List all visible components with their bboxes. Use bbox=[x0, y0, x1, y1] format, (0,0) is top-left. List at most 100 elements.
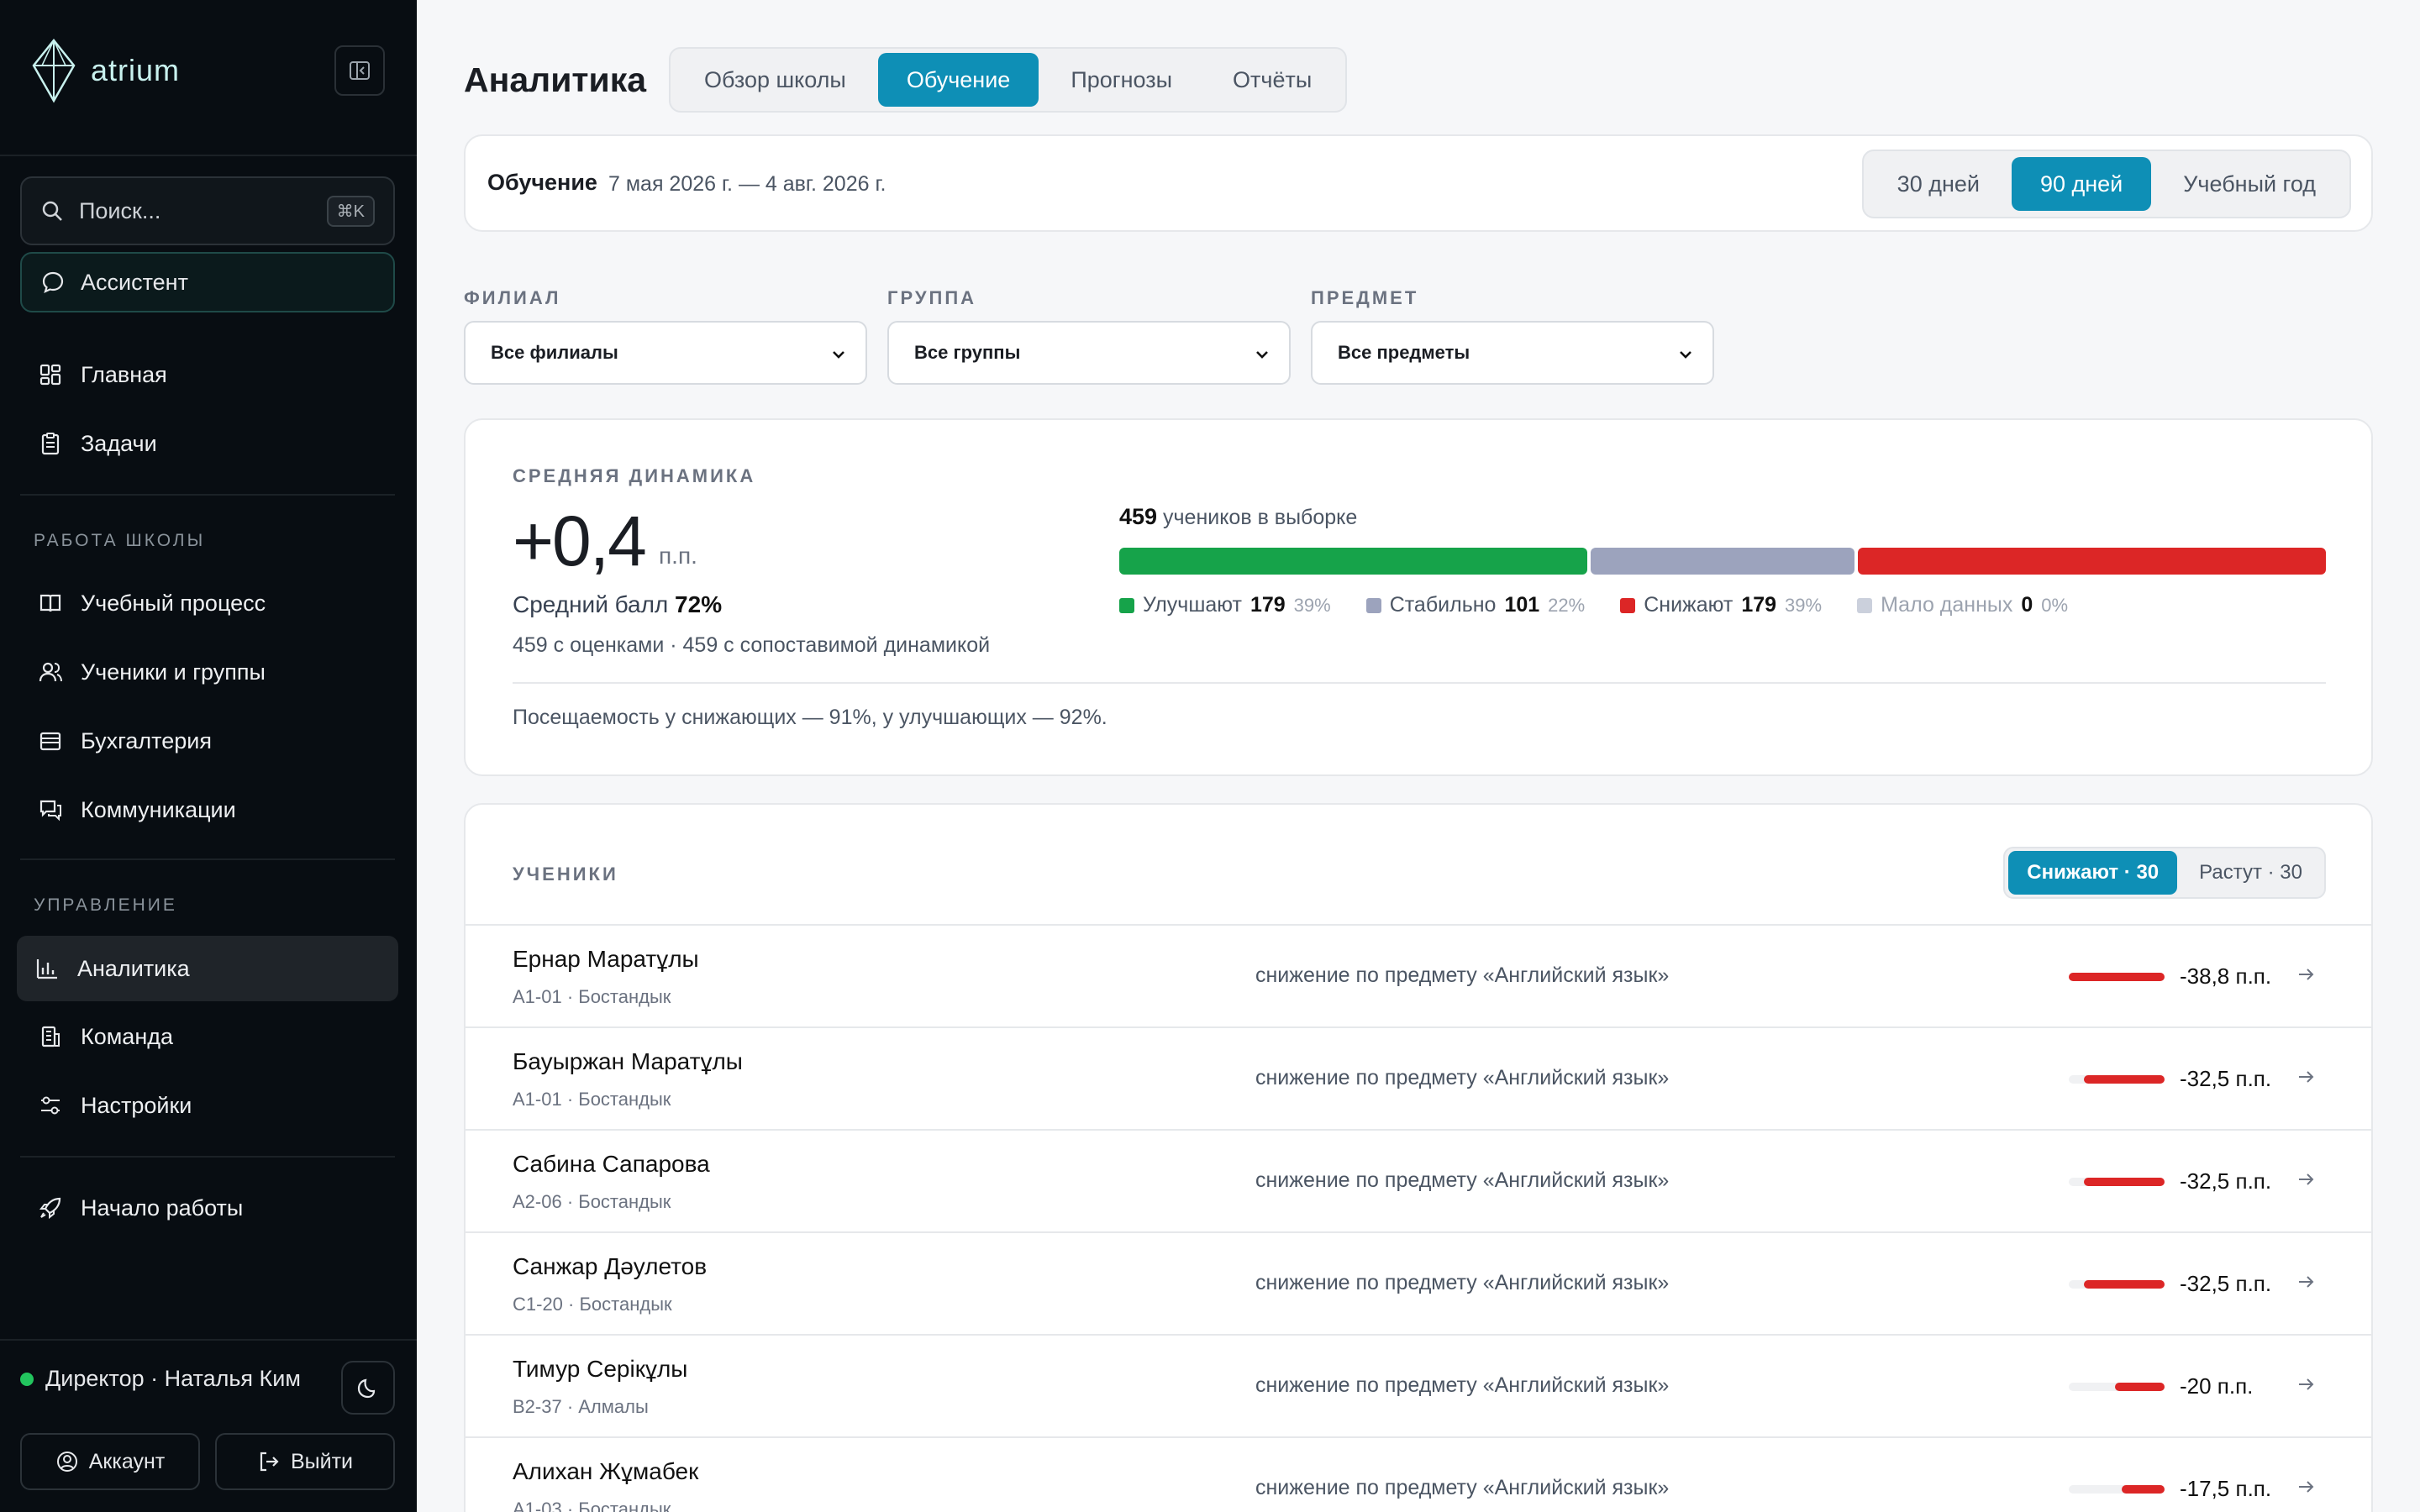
sidebar-divider bbox=[0, 1339, 417, 1341]
period-school-year[interactable]: Учебный год bbox=[2154, 157, 2344, 211]
brand[interactable]: atrium bbox=[30, 37, 180, 104]
sidebar-item-home[interactable]: Главная bbox=[20, 344, 395, 405]
dynamics-value: +0,4 bbox=[513, 501, 647, 580]
search-input[interactable]: Поиск... ⌘K bbox=[20, 176, 395, 245]
sidebar-item-communications[interactable]: Коммуникации bbox=[20, 780, 395, 840]
sidebar-item-settings[interactable]: Настройки bbox=[20, 1075, 395, 1136]
period-label: Обучение bbox=[487, 170, 597, 195]
tab-school-overview[interactable]: Обзор школы bbox=[676, 53, 875, 107]
theme-toggle-button[interactable] bbox=[341, 1361, 395, 1415]
brand-name: atrium bbox=[91, 53, 181, 87]
tab-growing[interactable]: Растут · 30 bbox=[2181, 851, 2321, 895]
sidebar-item-label: Начало работы bbox=[81, 1194, 244, 1221]
score-delta: -38,8 п.п. bbox=[2180, 963, 2272, 989]
distribution-segment bbox=[1590, 548, 1855, 575]
arrow-right-icon[interactable] bbox=[2294, 1475, 2317, 1499]
score-delta: -32,5 п.п. bbox=[2180, 1168, 2272, 1194]
branch-select[interactable]: Все филиалы bbox=[464, 321, 867, 385]
student-group-branch: C1-20 · Бостандык bbox=[513, 1294, 672, 1315]
arrow-right-icon[interactable] bbox=[2294, 963, 2317, 986]
delta-bar-track bbox=[2069, 1075, 2165, 1084]
rocket-icon bbox=[37, 1194, 64, 1221]
student-row[interactable]: Ернар Маратұлы A1-01 · Бостандык снижени… bbox=[466, 924, 2371, 1026]
dynamics-unit: п.п. bbox=[659, 543, 697, 569]
students-filter: Снижают · 30 Растут · 30 bbox=[2003, 847, 2326, 899]
assistant-button[interactable]: Ассистент bbox=[20, 252, 395, 312]
score-delta: -17,5 п.п. bbox=[2180, 1476, 2272, 1501]
legend-percent: 39% bbox=[1785, 594, 1823, 616]
legend-swatch bbox=[1620, 597, 1636, 613]
student-row[interactable]: Тимур Серікұлы B2-37 · Алмалы снижение п… bbox=[466, 1334, 2371, 1436]
sidebar-item-label: Ученики и группы bbox=[81, 659, 266, 685]
search-icon bbox=[42, 201, 62, 221]
delta-bar-fill bbox=[2069, 973, 2165, 981]
student-name: Ернар Маратұлы bbox=[513, 946, 699, 972]
online-status-dot bbox=[20, 1372, 34, 1386]
student-name: Сабина Сапарова bbox=[513, 1151, 710, 1177]
sidebar-item-analytics[interactable]: Аналитика bbox=[17, 936, 398, 1001]
sidebar-item-label: Настройки bbox=[81, 1092, 192, 1118]
section-label-manage: УПРАВЛЕНИЕ bbox=[34, 895, 177, 915]
student-row[interactable]: Бауыржан Маратұлы A1-01 · Бостандык сниж… bbox=[466, 1026, 2371, 1129]
tab-forecasts[interactable]: Прогнозы bbox=[1042, 53, 1201, 107]
legend-count: 179 bbox=[1741, 593, 1777, 617]
sidebar-item-students[interactable]: Ученики и группы bbox=[20, 642, 395, 702]
sidebar-item-team[interactable]: Команда bbox=[20, 1006, 395, 1067]
card-divider bbox=[513, 682, 2326, 684]
period-90-days[interactable]: 90 дней bbox=[2011, 157, 2152, 211]
delta-bar-fill bbox=[2084, 1178, 2165, 1186]
period-30-days[interactable]: 30 дней bbox=[1869, 157, 2008, 211]
graded-counts: 459 с оценками · 459 с сопоставимой дина… bbox=[513, 633, 991, 657]
filter-label-branch: ФИЛИАЛ bbox=[464, 287, 561, 308]
user-role-name: Директор · Наталья Ким bbox=[45, 1366, 301, 1391]
sidebar-item-accounting[interactable]: Бухгалтерия bbox=[20, 711, 395, 771]
analytics-tabs: Обзор школы Обучение Прогнозы Отчёты bbox=[669, 47, 1348, 113]
section-label-work: РАБОТА ШКОЛЫ bbox=[34, 531, 206, 550]
tab-reports[interactable]: Отчёты bbox=[1204, 53, 1340, 107]
dynamics-label: СРЕДНЯЯ ДИНАМИКА bbox=[513, 465, 756, 486]
sidebar-item-label: Учебный процесс bbox=[81, 590, 266, 616]
logout-label: Выйти bbox=[290, 1449, 354, 1473]
sidebar-item-label: Задачи bbox=[81, 430, 157, 456]
student-name: Бауыржан Маратұлы bbox=[513, 1048, 743, 1074]
sidebar-divider bbox=[20, 858, 395, 860]
student-row[interactable]: Санжар Дәулетов C1-20 · Бостандык снижен… bbox=[466, 1231, 2371, 1334]
sample-count: 459 bbox=[1119, 504, 1158, 529]
sidebar-item-learning[interactable]: Учебный процесс bbox=[20, 573, 395, 633]
chat-bubble-icon bbox=[42, 271, 64, 294]
delta-bar-fill bbox=[2084, 1280, 2165, 1289]
subject-select[interactable]: Все предметы bbox=[1311, 321, 1714, 385]
arrow-right-icon[interactable] bbox=[2294, 1270, 2317, 1294]
legend-percent: 0% bbox=[2041, 594, 2069, 616]
average-score-label: Средний балл bbox=[513, 591, 669, 617]
sidebar-item-tasks[interactable]: Задачи bbox=[20, 413, 395, 474]
arrow-right-icon[interactable] bbox=[2294, 1373, 2317, 1396]
legend-swatch bbox=[1365, 597, 1381, 613]
tab-learning[interactable]: Обучение bbox=[877, 53, 1039, 107]
tab-declining[interactable]: Снижают · 30 bbox=[2008, 851, 2178, 895]
current-user: Директор · Наталья Ким bbox=[20, 1366, 301, 1392]
sliders-icon bbox=[37, 1092, 64, 1119]
sidebar-item-label: Коммуникации bbox=[81, 796, 236, 822]
student-name: Санжар Дәулетов bbox=[513, 1253, 708, 1279]
group-select[interactable]: Все группы bbox=[887, 321, 1291, 385]
sidebar-item-label: Команда bbox=[81, 1023, 174, 1049]
arrow-right-icon[interactable] bbox=[2294, 1168, 2317, 1191]
filter-label-group: ГРУППА bbox=[887, 287, 977, 308]
sidebar-divider bbox=[20, 494, 395, 496]
book-icon bbox=[37, 590, 64, 617]
chevron-down-icon bbox=[1256, 351, 1268, 359]
atrium-logo-icon bbox=[32, 38, 76, 103]
chat-icon bbox=[37, 796, 64, 823]
legend-percent: 22% bbox=[1548, 594, 1586, 616]
logout-button[interactable]: Выйти bbox=[215, 1433, 395, 1490]
student-row[interactable]: Сабина Сапарова A2-06 · Бостандык снижен… bbox=[466, 1129, 2371, 1231]
average-score-value: 72% bbox=[675, 591, 723, 617]
student-row[interactable]: Алихан Жұмабек A1-03 · Бостандык снижени… bbox=[466, 1436, 2371, 1512]
account-button[interactable]: Аккаунт bbox=[20, 1433, 200, 1490]
arrow-right-icon[interactable] bbox=[2294, 1065, 2317, 1089]
building-icon bbox=[37, 1023, 64, 1050]
collapse-sidebar-button[interactable] bbox=[334, 45, 385, 96]
sidebar-item-getting-started[interactable]: Начало работы bbox=[20, 1178, 395, 1238]
legend-count: 101 bbox=[1504, 593, 1540, 617]
